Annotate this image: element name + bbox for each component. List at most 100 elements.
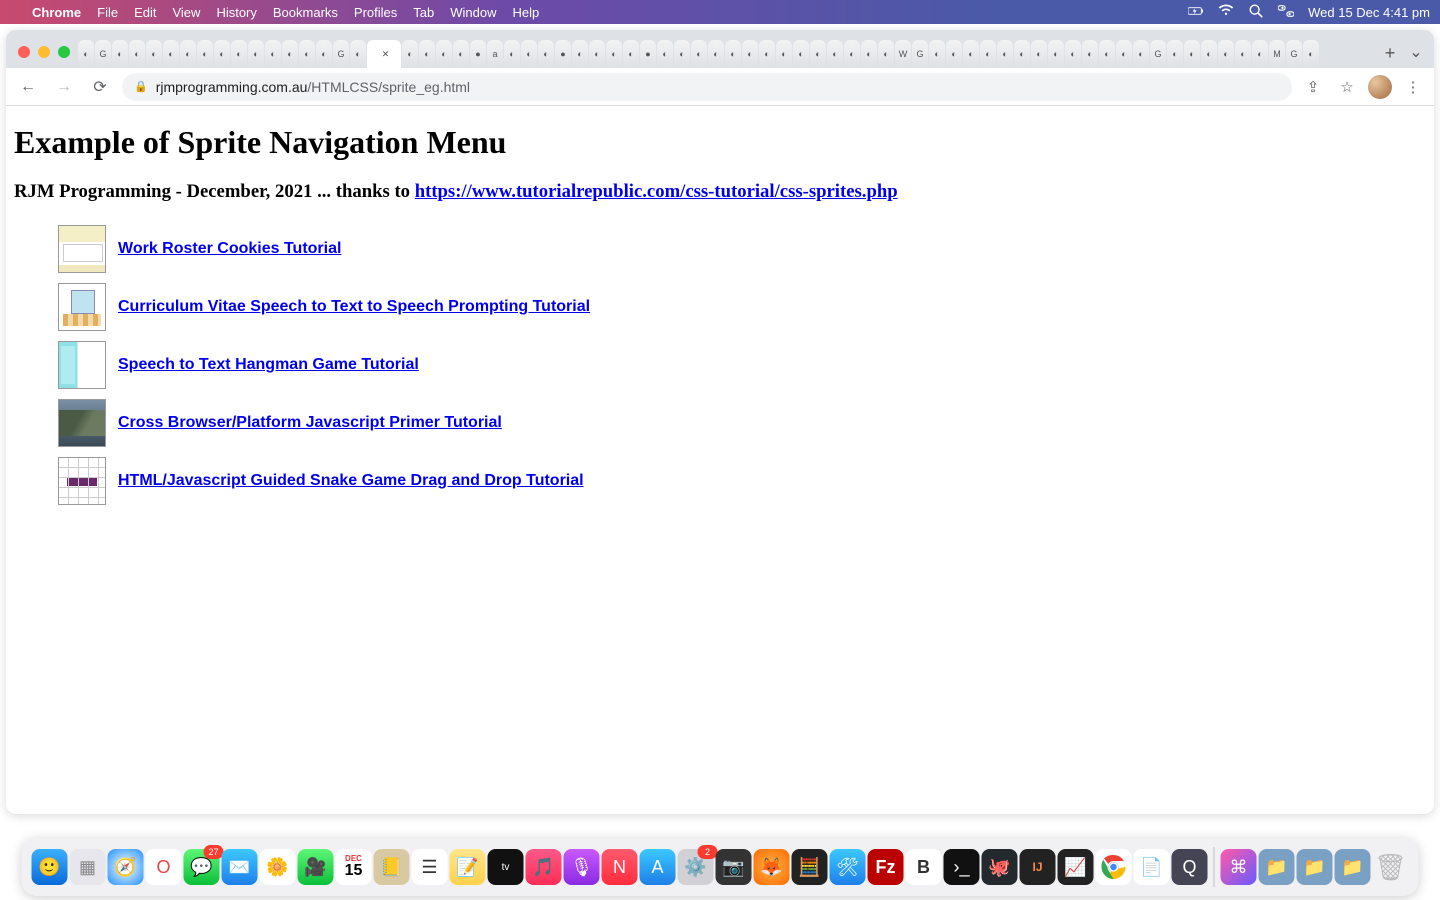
forward-button[interactable]: → (50, 78, 78, 96)
quicktime-icon[interactable]: Q (1172, 849, 1208, 885)
browser-tab[interactable]: ◐ (946, 40, 962, 68)
browser-tab[interactable]: ◐ (1014, 40, 1030, 68)
menu-window[interactable]: Window (450, 5, 496, 20)
new-tab-button[interactable]: + (1376, 43, 1404, 68)
browser-tab[interactable]: M (1269, 40, 1285, 68)
browser-tab[interactable]: ◐ (725, 40, 741, 68)
menu-help[interactable]: Help (513, 5, 540, 20)
browser-tab[interactable]: ◐ (1218, 40, 1234, 68)
browser-tab[interactable]: ◐ (623, 40, 639, 68)
browser-tab[interactable]: ◐ (963, 40, 979, 68)
textedit-icon[interactable]: 📄 (1134, 849, 1170, 885)
appstore-icon[interactable]: A (640, 849, 676, 885)
minimize-window-button[interactable] (38, 46, 50, 58)
chrome-icon[interactable] (1096, 849, 1132, 885)
browser-tab[interactable]: ◐ (980, 40, 996, 68)
control-center-icon[interactable] (1278, 3, 1294, 22)
music-icon[interactable]: 🎵 (526, 849, 562, 885)
back-button[interactable]: ← (14, 78, 42, 96)
trash-icon[interactable]: 🗑 (1373, 849, 1409, 885)
browser-tab[interactable]: ◐ (146, 40, 162, 68)
browser-tab[interactable]: ◐ (538, 40, 554, 68)
dock-folder-icon[interactable]: 📁 (1259, 849, 1295, 885)
browser-tab[interactable]: ◐ (112, 40, 128, 68)
browser-tab[interactable]: ◐ (674, 40, 690, 68)
tutorial-link[interactable]: HTML/Javascript Guided Snake Game Drag a… (118, 472, 584, 490)
menu-file[interactable]: File (97, 5, 118, 20)
menu-bookmarks[interactable]: Bookmarks (273, 5, 338, 20)
browser-tab[interactable]: ◐ (929, 40, 945, 68)
browser-tab[interactable]: ◐ (521, 40, 537, 68)
browser-tab[interactable]: ◐ (810, 40, 826, 68)
profile-avatar[interactable] (1368, 75, 1392, 99)
browser-tab[interactable]: ● (470, 40, 486, 68)
browser-tab[interactable]: ◐ (776, 40, 792, 68)
reminders-icon[interactable]: ☰ (412, 849, 448, 885)
spotlight-icon[interactable] (1248, 3, 1264, 22)
tutorial-link[interactable]: Work Roster Cookies Tutorial (118, 240, 341, 258)
browser-tab[interactable]: ◐ (231, 40, 247, 68)
podcasts-icon[interactable]: 🎙 (564, 849, 600, 885)
browser-tab[interactable]: ◐ (1099, 40, 1115, 68)
browser-tab[interactable]: ◐ (1116, 40, 1132, 68)
chrome-menu-icon[interactable]: ⋮ (1400, 78, 1426, 96)
browser-tab[interactable]: ◐ (1235, 40, 1251, 68)
opera-icon[interactable]: O (146, 849, 182, 885)
browser-tab[interactable]: ◐ (1133, 40, 1149, 68)
safari-icon[interactable]: 🧭 (108, 849, 144, 885)
address-bar[interactable]: 🔒 rjmprogramming.com.au/HTMLCSS/sprite_e… (122, 73, 1292, 101)
browser-tab[interactable]: ◐ (265, 40, 281, 68)
subtitle-link[interactable]: https://www.tutorialrepublic.com/css-tut… (415, 181, 898, 202)
browser-tab[interactable]: ◐ (691, 40, 707, 68)
brackets-icon[interactable]: B (906, 849, 942, 885)
browser-tab[interactable]: G (1150, 40, 1166, 68)
tab-overflow-button[interactable]: ⌄ (1404, 42, 1428, 68)
browser-tab[interactable]: ◐ (606, 40, 622, 68)
bookmark-star-icon[interactable]: ☆ (1334, 78, 1360, 96)
shortcuts-icon[interactable]: ⌘ (1221, 849, 1257, 885)
photos-icon[interactable]: 🌼 (260, 849, 296, 885)
browser-tab[interactable]: ◐ (793, 40, 809, 68)
reload-button[interactable]: ⟳ (86, 77, 114, 97)
browser-tab[interactable]: ◐ (657, 40, 673, 68)
browser-tab[interactable]: ◐ (1201, 40, 1217, 68)
browser-tab[interactable]: ◐ (78, 40, 94, 68)
browser-tab[interactable]: ◐ (878, 40, 894, 68)
browser-tab[interactable]: ◐ (1082, 40, 1098, 68)
battery-icon[interactable] (1188, 3, 1204, 22)
browser-tab[interactable]: ◐ (1184, 40, 1200, 68)
browser-tab[interactable]: G (1286, 40, 1302, 68)
tutorial-link[interactable]: Curriculum Vitae Speech to Text to Speec… (118, 298, 590, 316)
browser-tab[interactable]: ◐ (299, 40, 315, 68)
notes-icon[interactable]: 📝 (450, 849, 486, 885)
browser-tab[interactable]: ◐ (861, 40, 877, 68)
browser-tab[interactable]: ◐ (827, 40, 843, 68)
wifi-icon[interactable] (1218, 3, 1234, 22)
browser-tab[interactable]: ◐ (1048, 40, 1064, 68)
menu-history[interactable]: History (216, 5, 256, 20)
browser-tab[interactable]: ◐ (759, 40, 775, 68)
github-icon[interactable]: 🐙 (982, 849, 1018, 885)
camera-icon[interactable]: 📷 (716, 849, 752, 885)
browser-tab[interactable]: ◐ (1303, 40, 1319, 68)
news-icon[interactable]: N (602, 849, 638, 885)
activity-monitor-icon[interactable]: 📈 (1058, 849, 1094, 885)
contacts-icon[interactable]: 📒 (374, 849, 410, 885)
calculator-icon[interactable]: 🧮 (792, 849, 828, 885)
fullscreen-window-button[interactable] (58, 46, 70, 58)
browser-tab[interactable]: ◐ (402, 40, 418, 68)
firefox-icon[interactable]: 🦊 (754, 849, 790, 885)
share-icon[interactable]: ⇪ (1300, 78, 1326, 96)
browser-tab[interactable]: ◐ (997, 40, 1013, 68)
browser-tab[interactable]: ◐ (419, 40, 435, 68)
browser-tab[interactable]: ◐ (248, 40, 264, 68)
browser-tab[interactable]: ◐ (1031, 40, 1047, 68)
tutorial-link[interactable]: Cross Browser/Platform Javascript Primer… (118, 414, 502, 432)
tutorial-link[interactable]: Speech to Text Hangman Game Tutorial (118, 356, 419, 374)
browser-tab[interactable]: ◐ (504, 40, 520, 68)
menu-tab[interactable]: Tab (413, 5, 434, 20)
browser-tab[interactable]: ◐ (742, 40, 758, 68)
browser-tab[interactable]: ◐ (197, 40, 213, 68)
menu-profiles[interactable]: Profiles (354, 5, 397, 20)
browser-tab[interactable]: ◐ (589, 40, 605, 68)
